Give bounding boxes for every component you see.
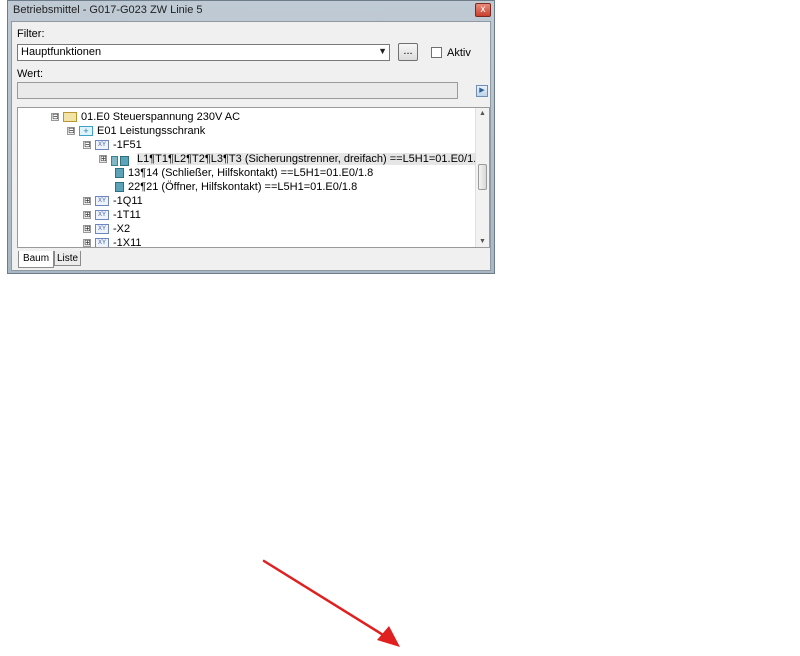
arrow-head-icon [377, 626, 400, 647]
red-arrow-annotation [262, 559, 400, 647]
arrow-shaft [262, 559, 390, 640]
